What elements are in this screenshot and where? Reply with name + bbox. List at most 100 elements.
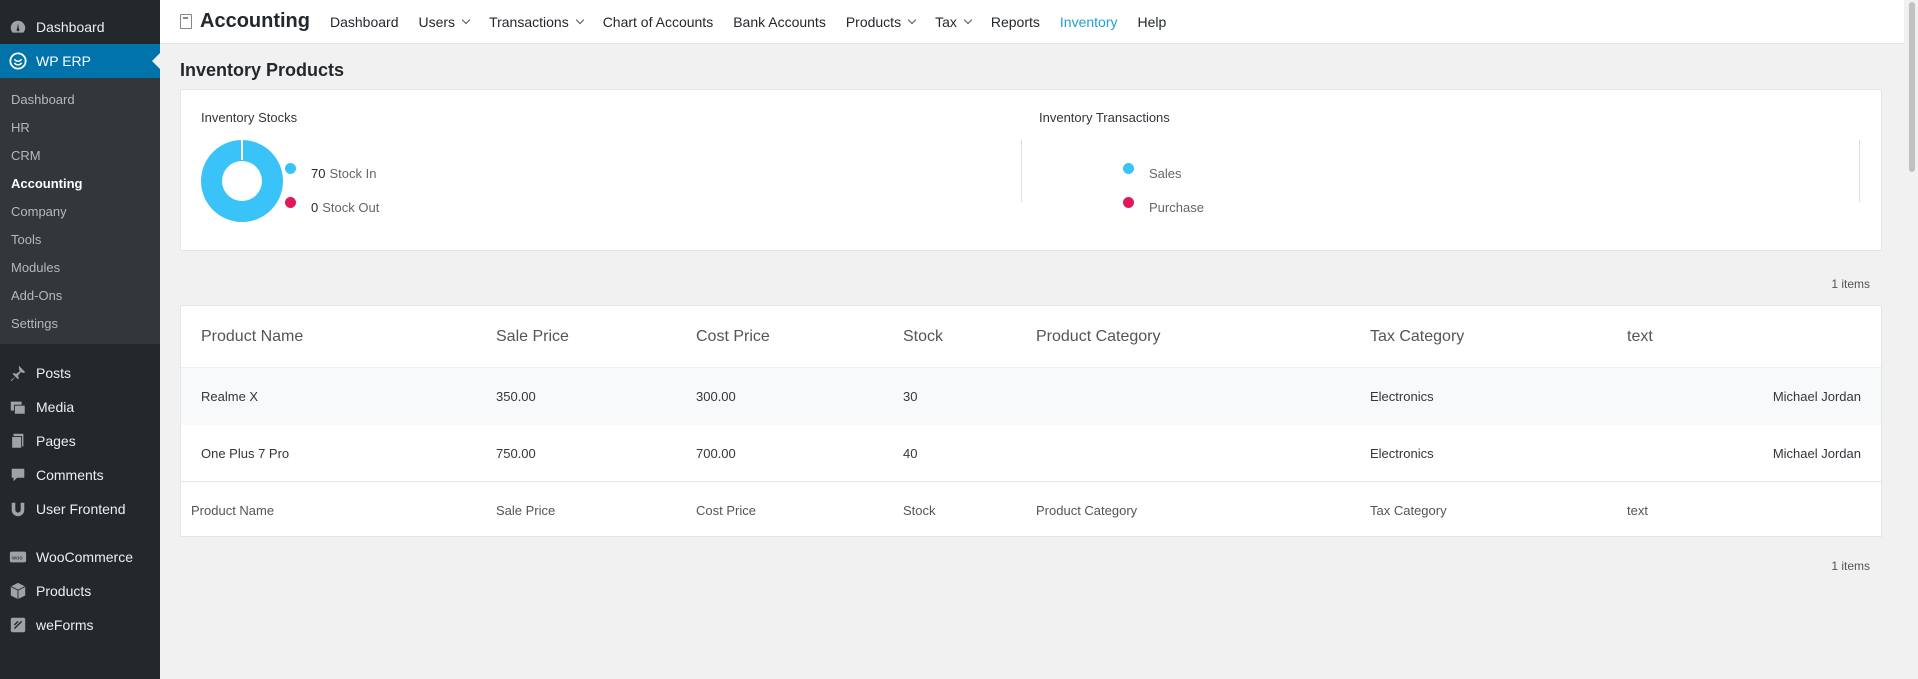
chevron-down-icon [963,15,973,24]
purchase-label: Purchase [1149,200,1204,215]
cell-cost-price: 700.00 [696,445,736,461]
col-text[interactable]: text [1627,328,1653,346]
wp-menu-pages[interactable]: Pages [0,424,160,458]
items-count-bottom: 1 items [1831,559,1870,573]
wp-menu-weforms-label: weForms [36,617,94,633]
stock-in-value: 70 [311,166,326,181]
wp-menu-user-frontend-label: User Frontend [36,501,126,517]
stock-out-value: 0 [311,200,319,215]
foot-tax-category[interactable]: Tax Category [1370,503,1447,518]
nav-bank-accounts[interactable]: Bank Accounts [733,14,826,30]
foot-text[interactable]: text [1627,503,1648,518]
col-cost-price[interactable]: Cost Price [696,328,770,346]
nav-tax[interactable]: Tax [935,13,973,30]
foot-product-name[interactable]: Product Name [191,503,274,518]
col-sale-price[interactable]: Sale Price [496,328,569,346]
inventory-transactions-title: Inventory Transactions [1039,110,1170,125]
nav-inventory-label: Inventory [1059,13,1118,30]
media-icon [8,397,28,417]
wp-menu-comments[interactable]: Comments [0,458,160,492]
nav-products[interactable]: Products [845,13,917,30]
nav-dashboard[interactable]: Dashboard [330,14,399,30]
stock-out-label: Stock Out [322,200,380,215]
wp-menu-weforms[interactable]: weForms [0,608,160,642]
legend-sales: Sales [1123,163,1182,181]
submenu-add-ons[interactable]: Add-Ons [0,282,160,310]
cell-stock: 30 [903,389,918,404]
chevron-down-icon [461,15,471,24]
stock-in-label: Stock In [329,166,377,181]
cell-text: Michael Jordan [1772,445,1861,461]
wp-menu-dashboard[interactable]: Dashboard [0,10,160,44]
sales-label: Sales [1149,166,1182,181]
nav-chart-of-accounts-label: Chart of Accounts [602,13,714,30]
wp-menu-products[interactable]: Products [0,574,160,608]
wp-menu-wp-erp[interactable]: WP ERP [0,44,160,78]
submenu-tools[interactable]: Tools [0,226,160,254]
table-header: Product Name Sale Price Cost Price Stock… [181,306,1881,368]
table-footer: Product Name Sale Price Cost Price Stock… [181,482,1881,538]
table-row[interactable]: Realme X 350.00 300.00 30 Electronics Mi… [181,368,1881,425]
submenu-modules[interactable]: Modules [0,254,160,282]
submenu-dashboard[interactable]: Dashboard [0,86,160,114]
submenu-accounting[interactable]: Accounting [0,170,160,198]
foot-stock[interactable]: Stock [903,503,936,518]
scrollbar-thumb[interactable] [1909,2,1915,172]
user-frontend-icon [8,499,28,519]
stock-in-dot-icon [285,163,296,174]
purchase-dot-icon [1123,197,1134,208]
inventory-stocks-card: Inventory Stocks 70 Stock In 0 Stock Out [201,110,1022,240]
nav-inventory[interactable]: Inventory [1060,14,1118,30]
inventory-summary-panel: Inventory Stocks 70 Stock In 0 Stock Out… [180,89,1882,251]
cell-text: Michael Jordan [1772,389,1861,404]
foot-sale-price[interactable]: Sale Price [496,503,555,518]
cell-sale-price: 350.00 [496,389,536,404]
inventory-transactions-card: Inventory Transactions Sales Purchase [1039,110,1860,240]
wp-menu-user-frontend[interactable]: User Frontend [0,492,160,526]
col-product-category[interactable]: Product Category [1036,328,1161,346]
nav-users[interactable]: Users [418,13,471,30]
accounting-brand[interactable]: Accounting [180,10,310,33]
nav-products-label: Products [845,13,902,30]
sales-dot-icon [1123,163,1134,174]
wp-admin-sidebar: Dashboard WP ERP Dashboard HR CRM Accoun… [0,0,160,679]
nav-reports[interactable]: Reports [991,14,1040,30]
cell-stock: 40 [903,445,918,461]
wp-menu-posts[interactable]: Posts [0,356,160,390]
woocommerce-icon: woo [8,547,28,567]
col-stock[interactable]: Stock [903,328,943,346]
table-row[interactable]: One Plus 7 Pro 750.00 700.00 40 Electron… [181,425,1881,482]
products-table: Product Name Sale Price Cost Price Stock… [180,305,1882,537]
wp-menu-woocommerce-label: WooCommerce [36,549,133,565]
nav-help[interactable]: Help [1138,14,1167,30]
vertical-scrollbar[interactable] [1904,0,1918,679]
brand-title: Accounting [200,10,310,32]
col-tax-category[interactable]: Tax Category [1370,328,1464,346]
calculator-icon [180,14,192,29]
submenu-crm[interactable]: CRM [0,142,160,170]
wp-menu-comments-label: Comments [36,467,104,483]
submenu-company[interactable]: Company [0,198,160,226]
wp-menu-pages-label: Pages [36,433,76,449]
submenu-hr[interactable]: HR [0,114,160,142]
accounting-top-nav: Accounting Dashboard Users Transactions … [160,0,1918,44]
inventory-stocks-title: Inventory Stocks [201,110,298,125]
col-product-name[interactable]: Product Name [201,328,303,346]
cell-product-name[interactable]: One Plus 7 Pro [201,446,289,461]
svg-text:woo: woo [12,555,23,561]
wp-menu-wp-erp-label: WP ERP [36,53,91,69]
foot-cost-price[interactable]: Cost Price [696,503,756,518]
cell-product-name[interactable]: Realme X [201,389,258,404]
nav-transactions[interactable]: Transactions [489,14,584,30]
products-box-icon [8,581,28,601]
submenu-settings[interactable]: Settings [0,310,160,338]
wp-menu-woocommerce[interactable]: woo WooCommerce [0,540,160,574]
legend-purchase: Purchase [1123,197,1204,215]
nav-chart-of-accounts[interactable]: Chart of Accounts [603,14,714,30]
chevron-down-icon [575,15,584,24]
nav-users-label: Users [418,13,456,30]
foot-product-category[interactable]: Product Category [1036,503,1137,518]
nav-tax-label: Tax [935,13,957,30]
wp-menu-media[interactable]: Media [0,390,160,424]
nav-dashboard-label: Dashboard [330,13,399,30]
